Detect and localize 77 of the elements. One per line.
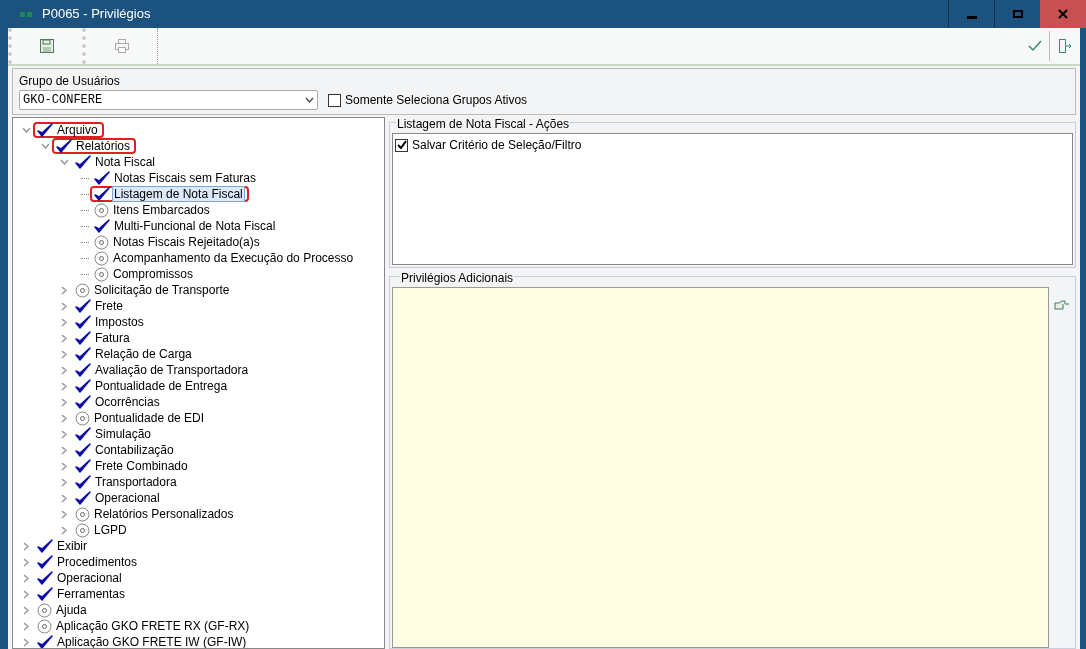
expand-chevron-icon[interactable]	[61, 509, 67, 519]
tree-item[interactable]: Solicitação de Transporte	[92, 282, 232, 298]
tree-item[interactable]: Pontualidade de Entrega	[93, 378, 230, 394]
expand-chevron-icon[interactable]	[61, 349, 67, 359]
collapse-chevron-icon[interactable]	[59, 159, 69, 165]
tree-item[interactable]: Operacional	[55, 570, 124, 586]
tree-item[interactable]: LGPD	[92, 522, 129, 538]
expand-chevron-icon[interactable]	[61, 445, 67, 455]
expand-chevron-icon[interactable]	[23, 637, 29, 647]
expand-chevron-icon[interactable]	[61, 461, 67, 471]
checkmark-icon	[1027, 40, 1042, 52]
expand-chevron-icon[interactable]	[61, 301, 67, 311]
expand-chevron-icon[interactable]	[61, 285, 67, 295]
minimize-icon	[966, 15, 977, 19]
expand-chevron-icon[interactable]	[23, 605, 29, 615]
tree-item[interactable]: Arquivo	[55, 122, 100, 138]
tree-item[interactable]: Aplicação GKO FRETE RX (GF-RX)	[54, 618, 252, 634]
tree-item[interactable]: Operacional	[93, 490, 162, 506]
expand-chevron-icon[interactable]	[61, 397, 67, 407]
tree-item[interactable]: Acompanhamento da Execução do Processo	[111, 250, 356, 266]
user-group-dropdown[interactable]: GKO-CONFERE	[19, 90, 318, 110]
printer-icon	[114, 39, 129, 53]
tree-item[interactable]: Compromissos	[111, 266, 195, 282]
field-label: Grupo de Usuários	[19, 74, 121, 88]
tree-item[interactable]: Ferramentas	[55, 586, 128, 602]
action-checkbox[interactable]: Salvar Critério de Seleção/Filtro	[395, 136, 1070, 154]
tree-item[interactable]: Ocorrências	[93, 394, 162, 410]
tree-item[interactable]: Multi-Funcional de Nota Fiscal	[112, 218, 278, 234]
expand-chevron-icon[interactable]	[61, 429, 67, 439]
tree-item[interactable]: Relatórios Personalizados	[92, 506, 236, 522]
tree-item[interactable]: Exibir	[55, 538, 89, 554]
tree-item[interactable]: Notas Fiscais Rejeitado(a)s	[111, 234, 262, 250]
exit-door-icon	[1058, 39, 1072, 53]
expand-chevron-icon[interactable]	[23, 621, 29, 631]
tree-item[interactable]: Aplicação GKO FRETE IW (GF-IW)	[55, 634, 249, 648]
save-icon	[40, 39, 54, 53]
expand-chevron-icon[interactable]	[61, 493, 67, 503]
close-icon	[1058, 9, 1068, 19]
tree-item[interactable]: Impostos	[93, 314, 146, 330]
tree-item[interactable]: Contabilização	[93, 442, 176, 458]
window-title: P0065 - Privilégios	[42, 5, 151, 24]
tree-item[interactable]: Ajuda	[54, 602, 89, 618]
tree-item[interactable]: Relação de Carga	[93, 346, 194, 362]
checkmark-icon	[396, 140, 407, 150]
maximize-icon	[1012, 10, 1023, 18]
expand-chevron-icon[interactable]	[61, 477, 67, 487]
tree-item[interactable]: Transportadora	[93, 474, 179, 490]
expand-chevron-icon[interactable]	[61, 413, 67, 423]
expand-chevron-icon[interactable]	[61, 525, 67, 535]
tree-item[interactable]: Procedimentos	[55, 554, 140, 570]
collapse-chevron-icon[interactable]	[21, 127, 31, 133]
collapse-chevron-icon[interactable]	[40, 143, 50, 149]
tree-item[interactable]: Avaliação de Transportadora	[93, 362, 251, 378]
tree-item[interactable]: Listagem de Nota Fiscal	[112, 186, 245, 202]
expand-chevron-icon[interactable]	[23, 573, 29, 583]
expand-chevron-icon[interactable]	[61, 381, 67, 391]
tree-item[interactable]: Notas Fiscais sem Faturas	[112, 170, 259, 186]
tree-item[interactable]: Frete Combinado	[93, 458, 190, 474]
tree-item[interactable]: Simulação	[93, 426, 154, 442]
tree-item[interactable]: Pontualidade de EDI	[92, 410, 207, 426]
tree-item[interactable]: Relatórios	[74, 138, 133, 154]
app-logo	[20, 11, 32, 17]
expand-chevron-icon[interactable]	[23, 557, 29, 567]
tree-item[interactable]: Nota Fiscal	[93, 154, 158, 170]
hand-pointer-icon	[1054, 300, 1070, 310]
expand-chevron-icon[interactable]	[61, 333, 67, 343]
active-groups-checkbox[interactable]: Somente Seleciona Grupos Ativos	[328, 91, 528, 109]
expand-chevron-icon[interactable]	[23, 589, 29, 599]
tree-item[interactable]: Itens Embarcados	[111, 202, 212, 218]
dropdown-caret-icon	[305, 97, 314, 103]
expand-chevron-icon[interactable]	[61, 365, 67, 375]
expand-chevron-icon[interactable]	[61, 317, 67, 327]
tree-item[interactable]: Fatura	[93, 330, 132, 346]
print-button[interactable]	[82, 28, 158, 64]
tree-item[interactable]: Frete	[93, 298, 125, 314]
close-button[interactable]	[1040, 0, 1086, 28]
expand-chevron-icon[interactable]	[23, 541, 29, 551]
